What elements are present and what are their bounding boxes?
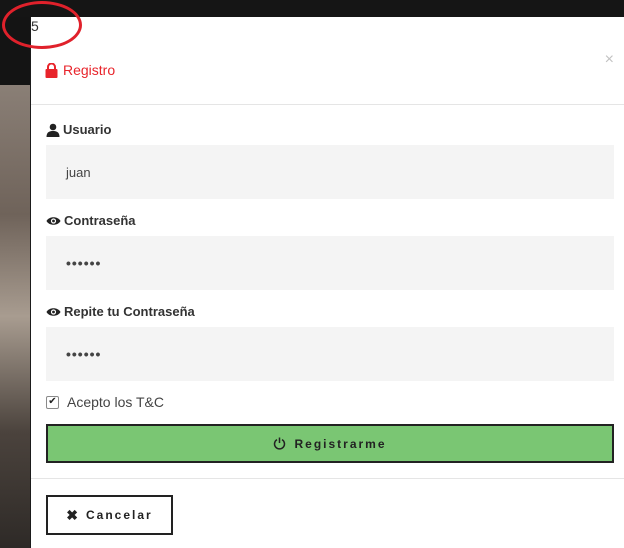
username-input[interactable]: juan [46, 145, 614, 199]
cancel-button-label: Cancelar [86, 508, 153, 522]
power-icon [274, 437, 286, 450]
confirm-password-value: •••••• [66, 346, 102, 362]
confirm-password-label-text: Repite tu Contraseña [64, 304, 195, 319]
terms-checkbox[interactable]: ✔ [46, 395, 59, 409]
cancel-button[interactable]: ✖ Cancelar [46, 495, 173, 535]
terms-row: ✔ Acepto los T&C [46, 394, 164, 410]
eye-icon [46, 216, 61, 225]
register-button-label: Registrarme [294, 436, 387, 451]
close-button[interactable]: × [605, 52, 614, 68]
overlay-number: 5 [31, 18, 39, 34]
username-label-text: Usuario [63, 122, 112, 137]
close-icon: ✖ [66, 506, 79, 523]
modal-title: Registro [45, 62, 115, 78]
page: Registro × Usuario juan Contraseña •••••… [0, 0, 624, 548]
background-photo [0, 85, 30, 548]
top-bar [0, 0, 624, 17]
modal-title-text: Registro [63, 62, 116, 78]
lock-icon [45, 62, 58, 78]
register-modal: Registro × Usuario juan Contraseña •••••… [31, 17, 624, 548]
background-dark-strip [0, 17, 30, 85]
confirm-password-input[interactable]: •••••• [46, 327, 614, 381]
password-label-text: Contraseña [64, 213, 136, 228]
password-label: Contraseña [46, 213, 136, 228]
modal-footer: ✖ Cancelar [31, 478, 624, 548]
terms-label: Acepto los T&C [67, 394, 165, 410]
username-label: Usuario [46, 122, 111, 137]
password-input[interactable]: •••••• [46, 236, 614, 290]
register-button[interactable]: Registrarme [46, 424, 614, 463]
password-value: •••••• [66, 255, 102, 271]
confirm-password-label: Repite tu Contraseña [46, 304, 195, 319]
modal-header: Registro × [31, 17, 624, 105]
username-value: juan [66, 164, 91, 180]
eye-icon [46, 307, 61, 316]
user-icon [46, 123, 60, 137]
